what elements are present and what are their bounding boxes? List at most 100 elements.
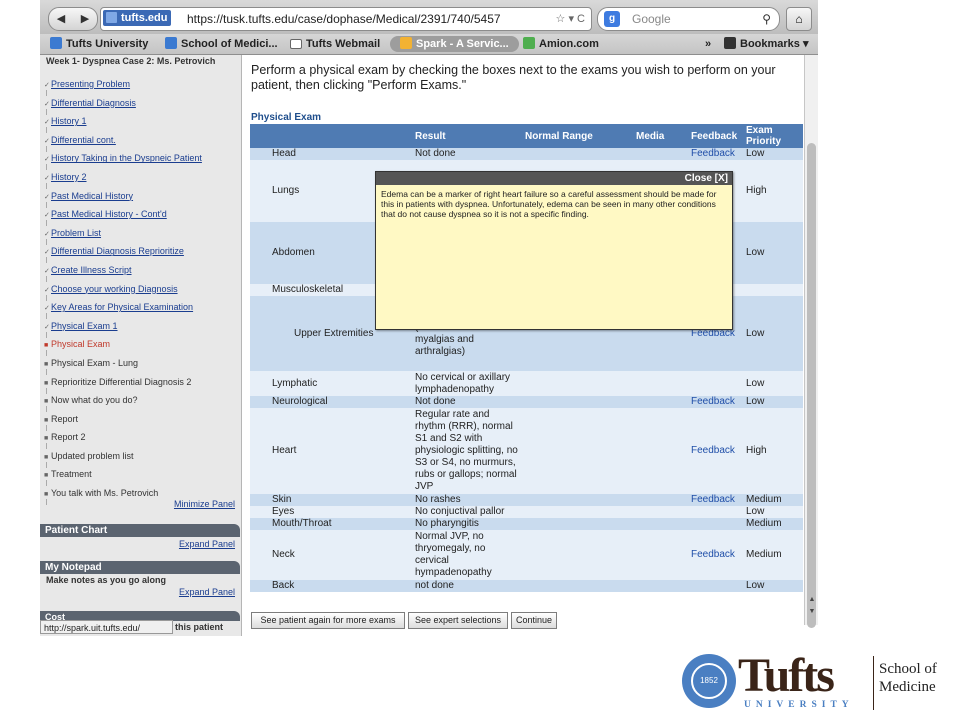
sidebar-step-label: Updated problem list [51,450,134,461]
url-text[interactable]: https://tusk.tufts.edu/case/dophase/Medi… [187,8,501,30]
check-icon: ✓ [44,323,50,331]
scroll-up-arrow[interactable]: ▲ [805,595,818,605]
sidebar-step[interactable]: ■ Now what do you do? [44,394,240,413]
check-icon: ✓ [44,286,50,294]
scrollbar-thumb[interactable] [807,143,816,628]
sidebar-step-label: Create Illness Script [51,264,132,275]
notepad-header[interactable]: My Notepad [40,561,240,574]
exam-priority: Low [744,222,803,284]
search-placeholder[interactable]: Google [632,8,671,30]
continue-button[interactable]: Continue [511,612,557,629]
sidebar-step[interactable]: ■ Report [44,413,240,432]
bookmark-tufts-university[interactable]: Tufts University [50,37,148,51]
bookmark-amion[interactable]: Amion.com [523,37,599,51]
sidebar-step[interactable]: ■ Treatment [44,468,240,487]
address-bar[interactable]: tufts.edu https://tusk.tufts.edu/case/do… [100,7,592,31]
exam-name: Heart [250,408,413,494]
exam-feedback-link[interactable]: Feedback [689,408,744,494]
table-row: Mouth/Throat No pharyngitis Medium [250,518,803,530]
see-patient-again-button[interactable]: See patient again for more exams [251,612,405,629]
exam-result: Not done [413,148,523,160]
back-button[interactable]: ◀ [49,8,73,30]
url-actions[interactable]: ☆ ▾ C [556,8,585,30]
vertical-scrollbar[interactable]: ▲ ▼ [804,55,818,628]
sidebar-step[interactable]: ■ Report 2 [44,431,240,450]
sidebar-step-label: Choose your working Diagnosis [51,283,178,294]
exam-normal-range [523,396,634,408]
sidebar-step-label: Treatment [51,469,92,480]
notepad-expand[interactable]: Expand Panel [179,587,235,597]
scroll-down-arrow[interactable]: ▼ [805,607,818,617]
sidebar-step-label: Now what do you do? [51,395,138,406]
site-identity[interactable]: tufts.edu [103,10,172,26]
check-icon: ✓ [44,230,50,238]
exam-normal-range [523,494,634,506]
sidebar-step[interactable]: ✓History Taking in the Dyspneic Patient [44,152,240,171]
sidebar-step[interactable]: ■ Physical Exam [44,338,240,357]
square-icon: ■ [44,398,49,406]
sidebar-step[interactable]: ✓Past Medical History - Cont'd [44,208,240,227]
sidebar-step[interactable]: ✓History 1 [44,115,240,134]
square-icon: ■ [44,360,49,368]
sidebar-step-label: Report [51,413,79,424]
step-list: ✓Presenting Problem ✓Differential Diagnos… [44,78,240,506]
square-icon: ■ [44,435,49,443]
home-button[interactable]: ⌂ [786,7,812,31]
sidebar-step-label: Differential Diagnosis [51,97,136,108]
col-result: Result [413,124,523,148]
bookmark-spark[interactable]: Spark - A Servic... [390,36,519,52]
popup-close-button[interactable]: Close [X] [376,172,732,185]
sidebar-step[interactable]: ■ Reprioritize Differential Diagnosis 2 [44,376,240,395]
logo-divider [873,656,874,710]
check-icon: ✓ [44,193,50,201]
check-icon: ✓ [44,267,50,275]
see-expert-selections-button[interactable]: See expert selections [408,612,508,629]
exam-feedback-link [689,506,744,518]
bookmark-label: Spark - A Servic... [416,38,509,50]
minimize-panel-link[interactable]: Minimize Panel [174,499,235,509]
sidebar-step[interactable]: ■ Physical Exam - Lung [44,357,240,376]
exam-priority: Low [744,371,803,396]
exam-feedback-link[interactable]: Feedback [689,396,744,408]
search-box[interactable]: g Google ⚲ [597,7,780,31]
exam-feedback-link[interactable]: Feedback [689,494,744,506]
check-icon: ✓ [44,82,50,89]
patient-chart-expand[interactable]: Expand Panel [179,539,235,549]
exam-priority: Medium [744,518,803,530]
bookmarks-menu[interactable]: Bookmarks ▾ [724,37,809,51]
sidebar-step[interactable]: ■ Updated problem list [44,450,240,469]
exam-name: Mouth/Throat [250,518,413,530]
col-exam-priority: Exam Priority [744,124,803,148]
exam-priority: Medium [744,494,803,506]
exam-feedback-link[interactable]: Feedback [689,148,744,160]
sidebar-step[interactable]: ✓Problem List [44,227,240,246]
google-icon[interactable]: g [604,11,620,27]
exam-normal-range [523,408,634,494]
sidebar-step[interactable]: ✓Physical Exam 1 [44,320,240,339]
forward-button[interactable]: ▶ [73,8,97,30]
sidebar-step[interactable]: ✓Differential cont. [44,134,240,153]
bookmarks-bar: Tufts University School of Medici... Tuf… [40,34,818,55]
sidebar-step[interactable]: ✓Differential Diagnosis Reprioritize [44,245,240,264]
patient-chart-header[interactable]: Patient Chart [40,524,240,537]
bookmark-school-of-medicine[interactable]: School of Medici... [165,37,278,51]
sidebar-step[interactable]: ✓Differential Diagnosis [44,97,240,116]
cost-subtitle: this patient [175,622,224,632]
exam-result: Normal JVP, no thryomegaly, no cervical … [413,530,523,580]
exam-result: not done [413,580,523,592]
check-icon: ✓ [44,137,50,145]
exam-feedback-link[interactable]: Feedback [689,530,744,580]
sidebar-step[interactable]: ✓History 2 [44,171,240,190]
bookmark-tufts-webmail[interactable]: Tufts Webmail [290,37,380,51]
bookmarks-overflow[interactable]: » [705,37,711,51]
tufts-seal-icon: 1852 [682,654,736,708]
logo-school: School of Medicine [879,660,937,696]
table-row: Neurological Not done Feedback Low [250,396,803,408]
sidebar-step[interactable]: ✓Past Medical History [44,190,240,209]
search-icon[interactable]: ⚲ [762,8,771,30]
col-feedback: Feedback [689,124,744,148]
sidebar-step[interactable]: ✓Key Areas for Physical Examination [44,301,240,320]
sidebar-step[interactable]: ✓Presenting Problem [44,78,240,97]
sidebar-step[interactable]: ✓Create Illness Script [44,264,240,283]
sidebar-step[interactable]: ✓Choose your working Diagnosis [44,283,240,302]
